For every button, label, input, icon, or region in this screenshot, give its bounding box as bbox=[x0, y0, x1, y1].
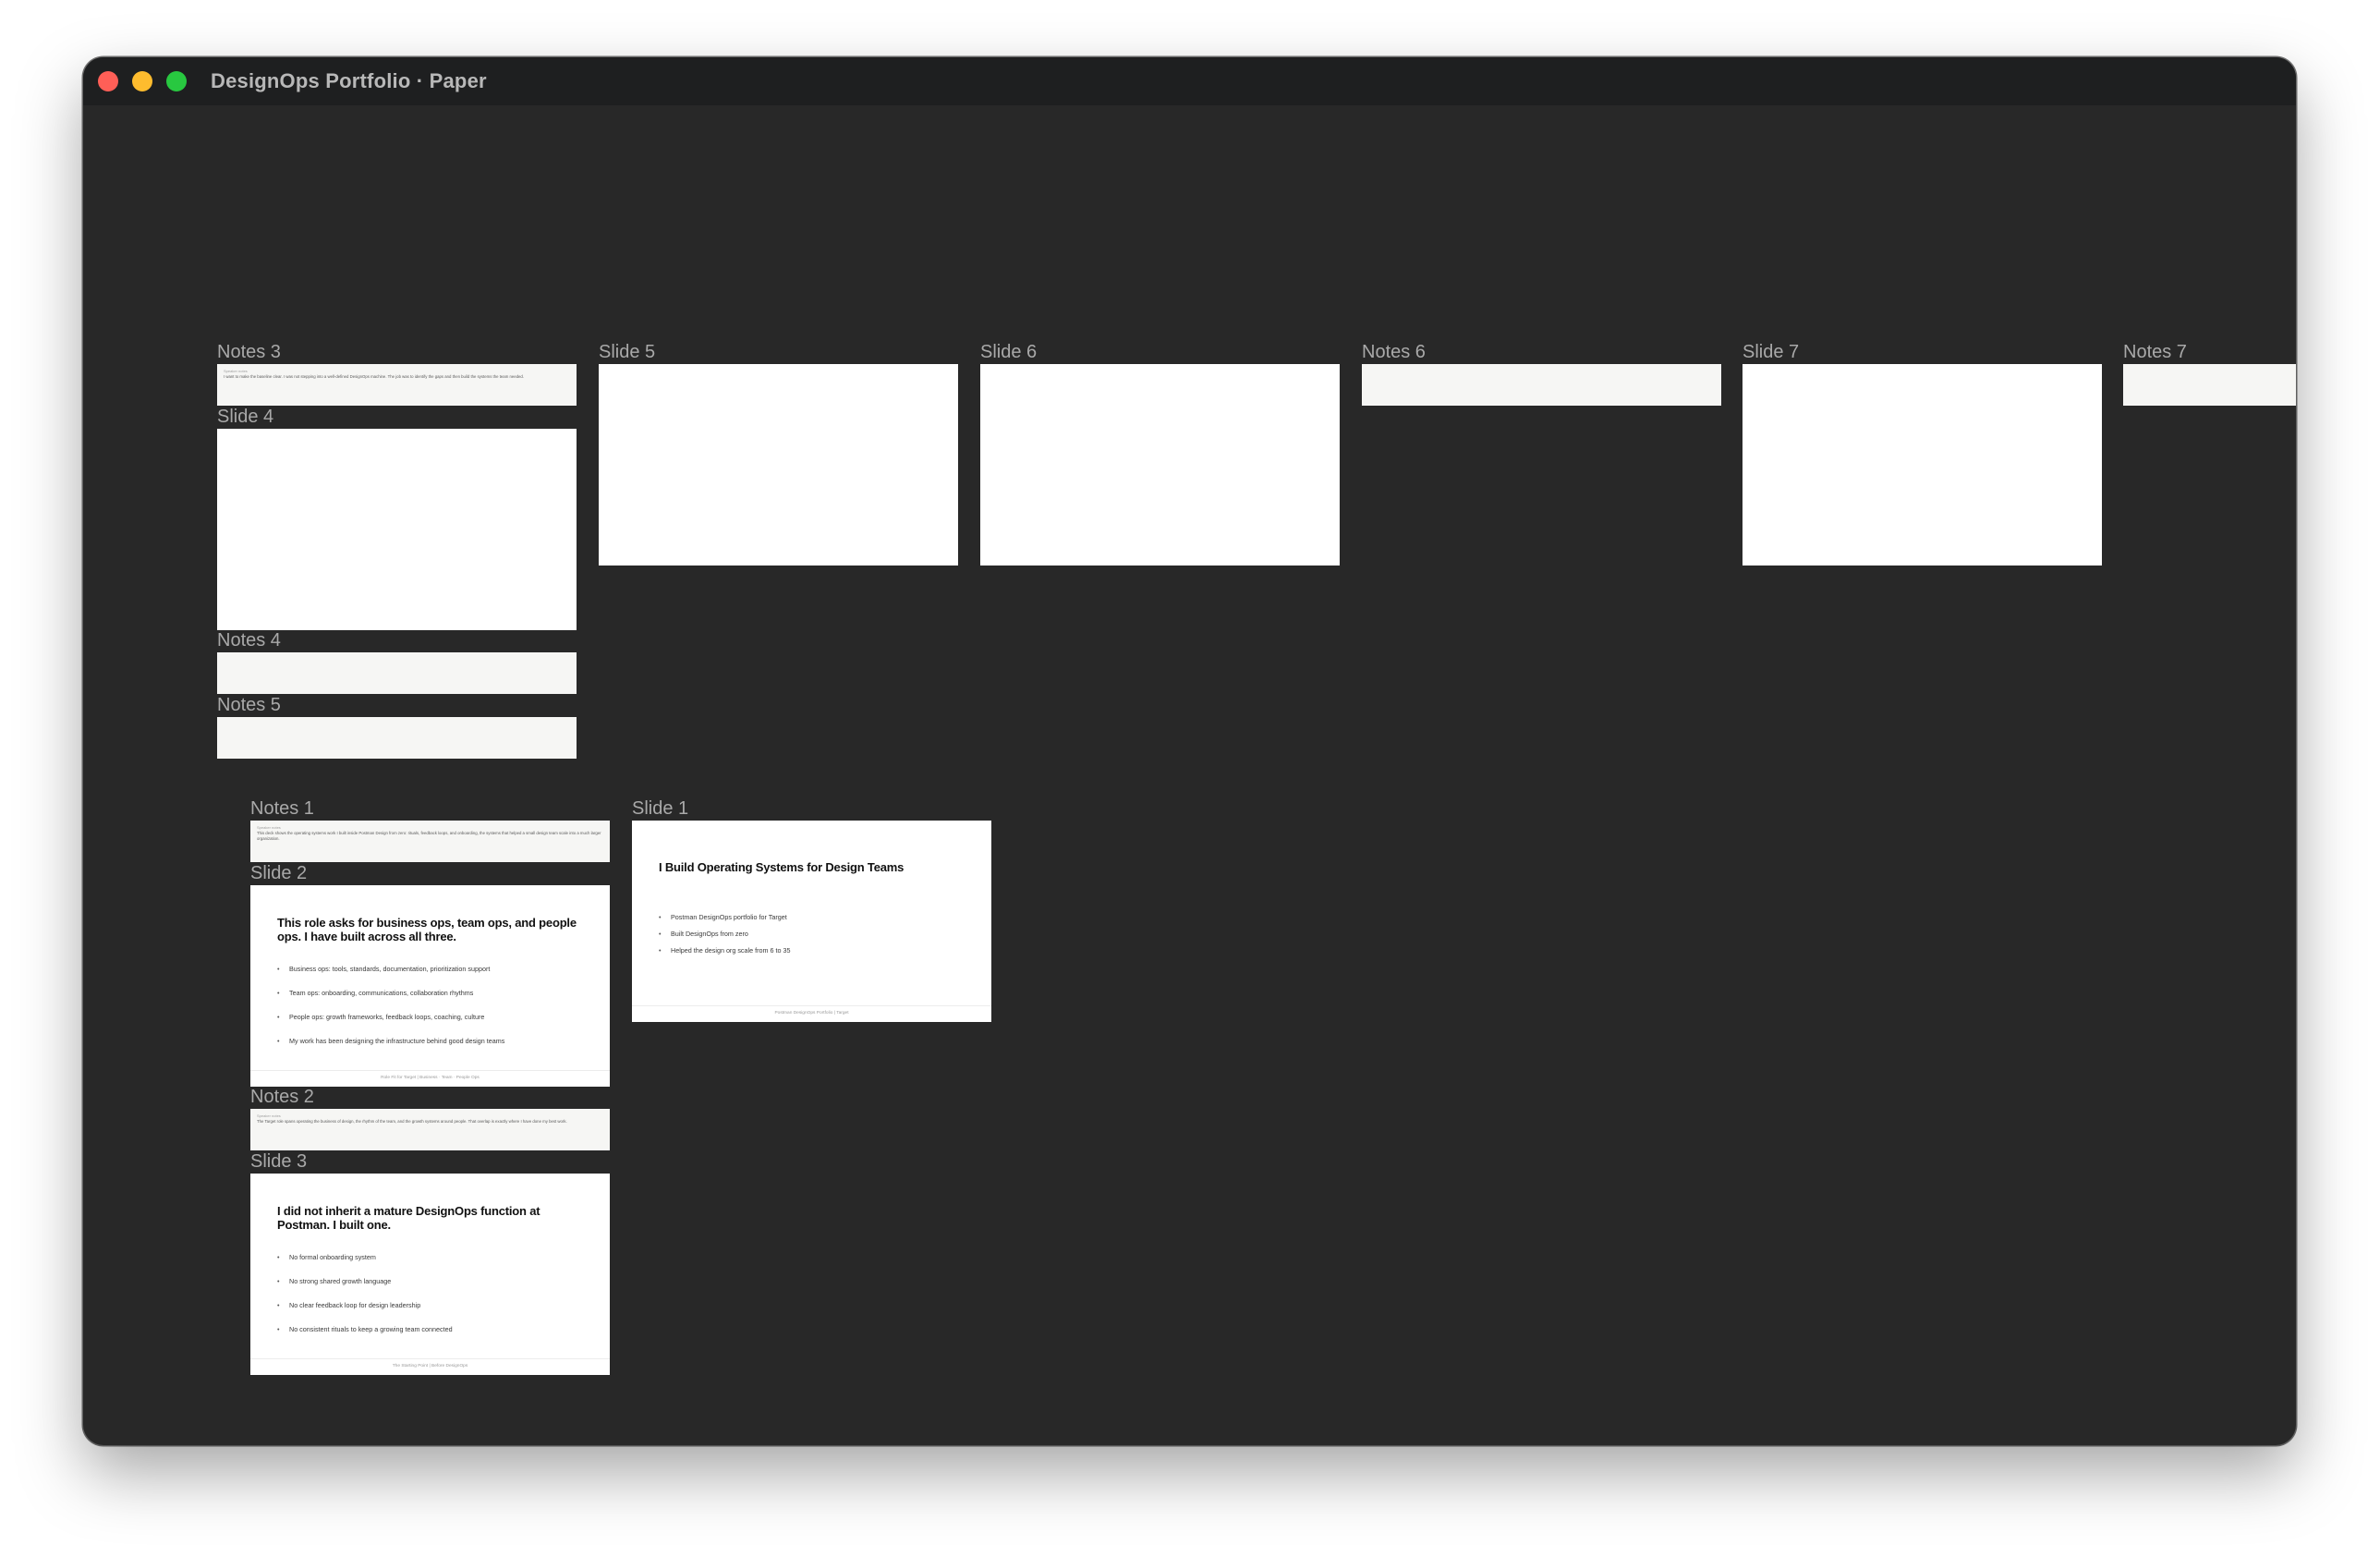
slide-footer: Role Fit for Target | Business · Team · … bbox=[250, 1070, 610, 1087]
slide-bullet: People ops: growth frameworks, feedback … bbox=[277, 1013, 591, 1021]
slide-title: I Build Operating Systems for Design Tea… bbox=[659, 860, 905, 874]
slide-bullet: No consistent rituals to keep a growing … bbox=[277, 1325, 591, 1333]
slide-bullet: No formal onboarding system bbox=[277, 1253, 591, 1261]
slide-bullet: No strong shared growth language bbox=[277, 1277, 591, 1285]
notes-frame-3[interactable]: Speaker notes I want to make the baselin… bbox=[217, 364, 577, 406]
frame-label-notes-3[interactable]: Notes 3 bbox=[217, 342, 281, 363]
slide-frame-6[interactable] bbox=[980, 364, 1340, 566]
frame-label-notes-1[interactable]: Notes 1 bbox=[250, 798, 314, 820]
notes-frame-1[interactable]: Speaker notes This deck shows the operat… bbox=[250, 821, 610, 862]
frame-label-slide-6[interactable]: Slide 6 bbox=[980, 342, 1037, 363]
minimize-window-button[interactable] bbox=[132, 71, 152, 91]
slide-frame-4[interactable] bbox=[217, 429, 577, 630]
notes-text: This deck shows the operating systems wo… bbox=[257, 831, 601, 841]
slide-bullet-list: Business ops: tools, standards, document… bbox=[277, 965, 591, 1045]
close-window-button[interactable] bbox=[98, 71, 118, 91]
slide-bullet: No clear feedback loop for design leader… bbox=[277, 1301, 591, 1309]
slide-frame-2[interactable]: This role asks for business ops, team op… bbox=[250, 885, 610, 1087]
slide-bullet: Team ops: onboarding, communications, co… bbox=[277, 989, 591, 997]
slide-bullet: Postman DesignOps portfolio for Target bbox=[659, 913, 973, 921]
app-window: DesignOps Portfolio · Paper Notes 3 Spea… bbox=[83, 57, 2296, 1445]
frame-label-slide-7[interactable]: Slide 7 bbox=[1742, 342, 1799, 363]
frame-label-slide-5[interactable]: Slide 5 bbox=[599, 342, 655, 363]
notes-header: Speaker notes bbox=[257, 825, 281, 830]
notes-text: I want to make the baseline clear. I was… bbox=[224, 374, 525, 379]
frame-label-slide-2[interactable]: Slide 2 bbox=[250, 863, 307, 884]
frame-label-notes-4[interactable]: Notes 4 bbox=[217, 630, 281, 651]
frame-label-notes-7[interactable]: Notes 7 bbox=[2123, 342, 2187, 363]
slide-frame-7[interactable] bbox=[1742, 364, 2102, 566]
frame-label-notes-5[interactable]: Notes 5 bbox=[217, 695, 281, 716]
design-canvas[interactable]: Notes 3 Speaker notes I want to make the… bbox=[83, 105, 2296, 1445]
maximize-window-button[interactable] bbox=[166, 71, 187, 91]
notes-header: Speaker notes bbox=[257, 1113, 281, 1118]
notes-frame-7[interactable] bbox=[2123, 364, 2296, 406]
frame-label-slide-1[interactable]: Slide 1 bbox=[632, 798, 688, 820]
slide-frame-5[interactable] bbox=[599, 364, 958, 566]
slide-bullet-list: Postman DesignOps portfolio for Target B… bbox=[659, 913, 973, 955]
slide-title: I did not inherit a mature DesignOps fun… bbox=[277, 1204, 540, 1232]
slide-bullet: Built DesignOps from zero bbox=[659, 930, 973, 938]
slide-title: This role asks for business ops, team op… bbox=[277, 916, 577, 943]
slide-footer: Postman DesignOps Portfolio | Target bbox=[632, 1005, 991, 1022]
notes-text: The Target role spans operating the busi… bbox=[257, 1119, 567, 1124]
slide-frame-1[interactable]: I Build Operating Systems for Design Tea… bbox=[632, 821, 991, 1022]
slide-footer: The Starting Point | Before DesignOps bbox=[250, 1358, 610, 1375]
notes-header: Speaker notes bbox=[224, 369, 248, 373]
frame-label-slide-4[interactable]: Slide 4 bbox=[217, 407, 273, 428]
window-title: DesignOps Portfolio · Paper bbox=[211, 69, 487, 92]
frame-label-slide-3[interactable]: Slide 3 bbox=[250, 1151, 307, 1173]
slide-bullet-list: No formal onboarding system No strong sh… bbox=[277, 1253, 591, 1333]
notes-frame-4[interactable] bbox=[217, 652, 577, 694]
slide-bullet: Business ops: tools, standards, document… bbox=[277, 965, 591, 973]
frame-label-notes-6[interactable]: Notes 6 bbox=[1362, 342, 1426, 363]
title-bar[interactable]: DesignOps Portfolio · Paper bbox=[83, 57, 2296, 105]
slide-frame-3[interactable]: I did not inherit a mature DesignOps fun… bbox=[250, 1174, 610, 1375]
frame-label-notes-2[interactable]: Notes 2 bbox=[250, 1087, 314, 1108]
notes-frame-2[interactable]: Speaker notes The Target role spans oper… bbox=[250, 1109, 610, 1150]
notes-frame-6[interactable] bbox=[1362, 364, 1721, 406]
slide-bullet: Helped the design org scale from 6 to 35 bbox=[659, 946, 973, 955]
slide-bullet: My work has been designing the infrastru… bbox=[277, 1037, 591, 1045]
notes-frame-5[interactable] bbox=[217, 717, 577, 759]
